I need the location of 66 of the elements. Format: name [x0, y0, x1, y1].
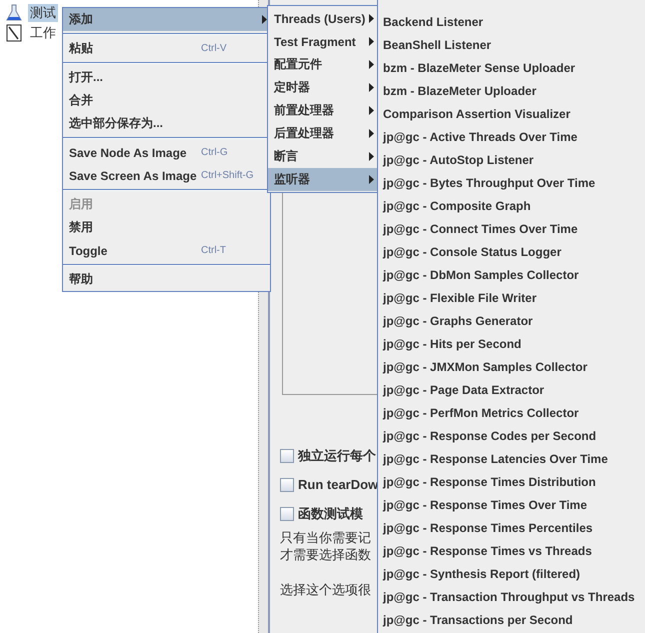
checkbox-label: 独立运行每个 — [298, 446, 376, 464]
menu-item[interactable]: 打开... — [63, 66, 270, 89]
menu-item[interactable]: Test Fragment — [268, 30, 377, 53]
menu-item[interactable]: Threads (Users) — [268, 7, 377, 30]
submenu-arrow-icon — [369, 106, 374, 115]
menu-item[interactable]: jp@gc - Transaction Throughput vs Threads — [378, 586, 645, 609]
menu-item[interactable]: jp@gc - Synthesis Report (filtered) — [378, 563, 645, 586]
menu-item[interactable]: 后置处理器 — [268, 122, 377, 145]
menu-item[interactable]: jp@gc - DbMon Samples Collector — [378, 264, 645, 287]
menu-item[interactable]: 合并 — [63, 89, 270, 112]
checkbox[interactable] — [280, 448, 294, 462]
menu-item[interactable]: jp@gc - Flexible File Writer — [378, 287, 645, 310]
menu-item[interactable]: jp@gc - Hits per Second — [378, 333, 645, 356]
menu-item[interactable]: jp@gc - Page Data Extractor — [378, 379, 645, 402]
menu-item[interactable]: 前置处理器 — [268, 99, 377, 122]
menu-item[interactable]: jp@gc - Transactions per Second — [378, 609, 645, 632]
menu-item[interactable]: 帮助 — [63, 268, 270, 291]
menu-item[interactable]: jp@gc - Response Latencies Over Time — [378, 448, 645, 471]
submenu-arrow-icon — [369, 152, 374, 161]
menu-item[interactable]: bzm - BlazeMeter Uploader — [378, 80, 645, 103]
notepad-icon — [6, 24, 22, 42]
submenu-arrow-icon — [369, 83, 374, 92]
tree-node[interactable]: 测试 — [28, 4, 58, 22]
menu-item[interactable]: jp@gc - Active Threads Over Time — [378, 126, 645, 149]
submenu-arrow-icon — [369, 175, 374, 184]
menu-item[interactable]: jp@gc - Response Times Distribution — [378, 471, 645, 494]
checkbox[interactable] — [280, 506, 294, 520]
menu-item[interactable]: Backend Listener — [378, 11, 645, 34]
menu-item[interactable]: 选中部分保存为... — [63, 112, 270, 135]
checkbox-label: Run tearDow — [298, 477, 378, 492]
menu-item[interactable]: bzm - BlazeMeter Sense Uploader — [378, 57, 645, 80]
menu-item[interactable]: jp@gc - Graphs Generator — [378, 310, 645, 333]
menu-item[interactable]: Save Screen As Image Ctrl+Shift-G — [63, 164, 270, 187]
menu-item[interactable]: Comparison Assertion Visualizer — [378, 103, 645, 126]
checkbox[interactable] — [280, 478, 294, 492]
menu-item[interactable]: jp@gc - Console Status Logger — [378, 241, 645, 264]
submenu-arrow-icon — [369, 14, 374, 23]
menu-item[interactable]: jp@gc - Bytes Throughput Over Time — [378, 172, 645, 195]
description-text: 只有当你需要记 — [280, 529, 371, 546]
menu-item[interactable]: jp@gc - AutoStop Listener — [378, 149, 645, 172]
tree-node[interactable]: 工作 — [28, 24, 58, 42]
menu-item[interactable]: 禁用 — [63, 216, 270, 239]
menu-item[interactable]: 定时器 — [268, 76, 377, 99]
submenu-arrow-icon — [369, 37, 374, 46]
menu-item[interactable]: jp@gc - Response Times Over Time — [378, 494, 645, 517]
description-text: 选择这个选项很 — [280, 581, 371, 598]
description-text: 才需要选择函数 — [280, 546, 371, 563]
submenu-arrow-icon — [369, 129, 374, 138]
menu-item[interactable]: 添加 — [63, 8, 270, 31]
menu-item[interactable]: jp@gc - Connect Times Over Time — [378, 218, 645, 241]
menu-item[interactable]: BeanShell Listener — [378, 34, 645, 57]
menu-item[interactable]: Save Node As Image Ctrl-G — [63, 141, 270, 164]
menu-item[interactable]: jp@gc - Response Times Percentiles — [378, 517, 645, 540]
menu-item[interactable]: 配置元件 — [268, 53, 377, 76]
flask-icon — [6, 4, 22, 22]
menu-item[interactable]: 粘贴 Ctrl-V — [63, 37, 270, 60]
menu-item[interactable]: jp@gc - Composite Graph — [378, 195, 645, 218]
menu-item[interactable]: jp@gc - PerfMon Metrics Collector — [378, 402, 645, 425]
menu-item[interactable]: 监听器 — [268, 168, 377, 191]
menu-item[interactable]: jp@gc - JMXMon Samples Collector — [378, 356, 645, 379]
menu-item[interactable]: 断言 — [268, 145, 377, 168]
checkbox-label: 函数测试模 — [298, 504, 363, 522]
menu-item[interactable]: jp@gc - Response Codes per Second — [378, 425, 645, 448]
menu-item[interactable]: Toggle Ctrl-T — [63, 239, 270, 262]
submenu-arrow-icon — [369, 60, 374, 69]
menu-item[interactable]: jp@gc - Response Times vs Threads — [378, 540, 645, 563]
